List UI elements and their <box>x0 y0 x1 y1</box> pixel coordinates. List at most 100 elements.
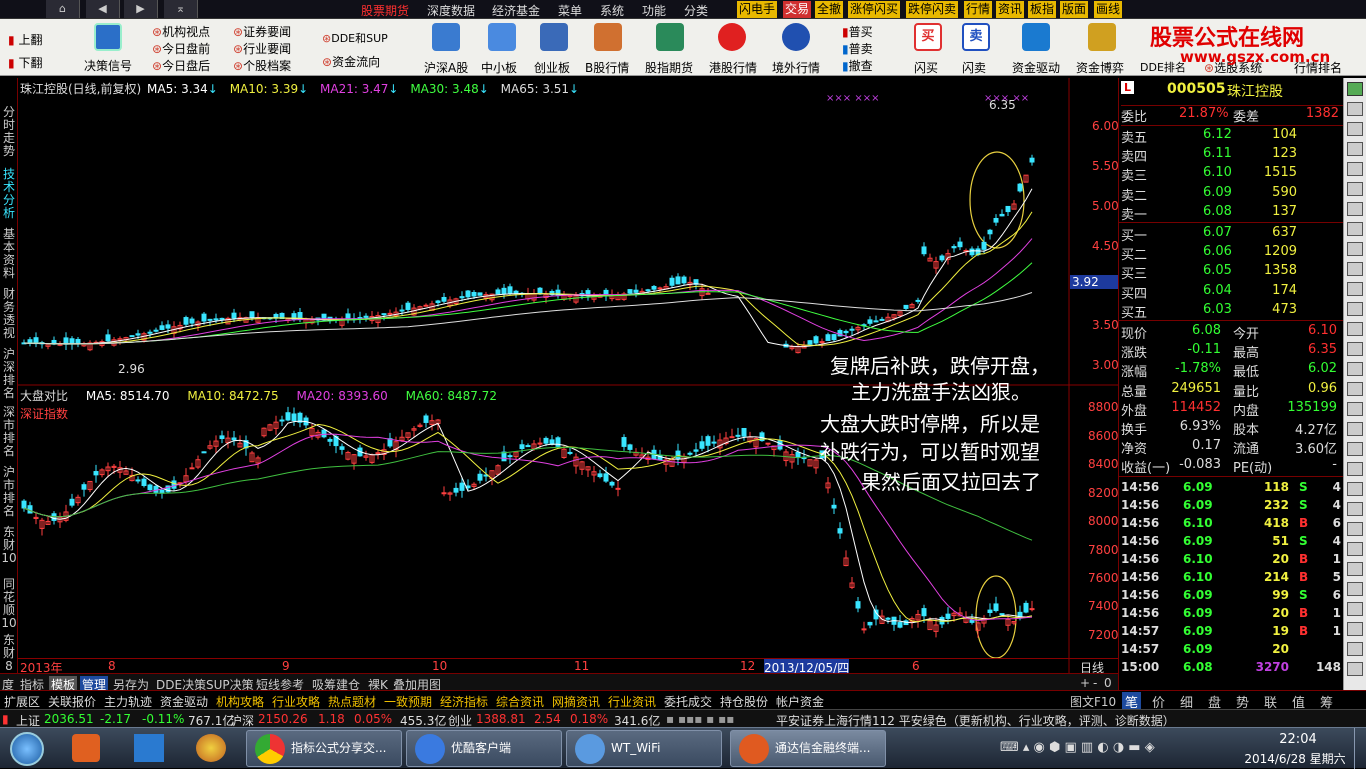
windows-explorer-icon[interactable] <box>134 734 164 762</box>
tool-icon[interactable] <box>1347 282 1363 296</box>
menu-menu[interactable]: 菜单 <box>558 2 582 19</box>
flash-buy-button[interactable]: 闪买 <box>914 59 938 76</box>
tool-icon[interactable] <box>1347 302 1363 316</box>
overseas-quotes-icon[interactable] <box>782 23 810 51</box>
taskbar-chrome[interactable]: 指标公式分享交... <box>246 730 402 767</box>
menu-deep-data[interactable]: 深度数据 <box>427 2 475 19</box>
shanghai-shenzhen-a-icon[interactable] <box>432 23 460 51</box>
tool-icon[interactable] <box>1347 662 1363 676</box>
today-premarket-button[interactable]: ⊛今日盘前 <box>152 40 210 57</box>
tab-news[interactable]: 资讯 <box>996 1 1025 18</box>
taskbar-tdx[interactable]: 通达信金融终端... <box>730 730 886 767</box>
tab-layout[interactable]: 版面 <box>1060 1 1089 18</box>
taskbar-date[interactable]: 2014/6/28 星期六 <box>1240 750 1350 767</box>
tab-account-funds[interactable]: 帐户资金 <box>776 693 824 710</box>
tool-icon[interactable] <box>1347 322 1363 336</box>
forward-icon[interactable]: ▶ <box>124 0 158 18</box>
tab-main-trace[interactable]: 主力轨迹 <box>104 693 152 710</box>
tab-draw-line[interactable]: 画线 <box>1094 1 1123 18</box>
dde-ranking-button[interactable]: DDE排名 <box>1140 59 1186 75</box>
page-down-button[interactable]: ▮ 下翻 <box>8 54 42 71</box>
menu-function[interactable]: 功能 <box>642 2 666 19</box>
tab-eastmoney10[interactable]: 东财10 <box>1 526 17 574</box>
tool-icon[interactable] <box>1347 422 1363 436</box>
tool-icon[interactable] <box>1347 482 1363 496</box>
tool-icon[interactable] <box>1347 562 1363 576</box>
shanghai-shenzhen-a-button[interactable]: 沪深A股 <box>424 59 468 76</box>
start-button-icon[interactable] <box>10 732 44 766</box>
securities-news-button[interactable]: ⊛证券要闻 <box>233 23 291 40</box>
sme-board-button[interactable]: 中小板 <box>481 59 517 76</box>
tool-icon[interactable] <box>1347 242 1363 256</box>
tab-consensus[interactable]: 一致预期 <box>384 693 432 710</box>
industry-news-button[interactable]: ⊛行业要闻 <box>233 40 291 57</box>
tab-sz-ranking[interactable]: 深市排名 <box>1 406 17 460</box>
tab-hot-topics[interactable]: 热点题材 <box>328 693 376 710</box>
tool-icon[interactable] <box>1347 602 1363 616</box>
tool-icon[interactable] <box>1347 402 1363 416</box>
today-postmarket-button[interactable]: ⊛今日盘后 <box>152 57 210 74</box>
tab-web-digest[interactable]: 网摘资讯 <box>552 693 600 710</box>
tab-trade[interactable]: 交易 <box>783 1 812 18</box>
menu-stocks-futures[interactable]: 股票期货 <box>361 2 409 19</box>
tab-extension[interactable]: 扩展区 <box>4 693 40 710</box>
tab-institution-strategy[interactable]: 机构攻略 <box>216 693 264 710</box>
taskbar-time[interactable]: 22:04 <box>1268 732 1328 747</box>
capital-flow-button[interactable]: ⊛资金流向 <box>322 53 380 70</box>
tool-icon[interactable] <box>1347 262 1363 276</box>
taskbar-youku[interactable]: 优酷客户端 <box>406 730 562 767</box>
index-futures-icon[interactable] <box>656 23 684 51</box>
tab-comprehensive-news[interactable]: 综合资讯 <box>496 693 544 710</box>
capital-game-icon[interactable] <box>1088 23 1116 51</box>
tool-icon[interactable] <box>1347 502 1363 516</box>
tool-icon[interactable] <box>1347 202 1363 216</box>
menu-economic-funds[interactable]: 经济基金 <box>492 2 540 19</box>
capital-drive-icon[interactable] <box>1022 23 1050 51</box>
dde-sup-button[interactable]: ⊛DDE和SUP <box>322 30 388 46</box>
stock-profile-button[interactable]: ⊛个股档案 <box>233 57 291 74</box>
flash-sell-button[interactable]: 闪卖 <box>962 59 986 76</box>
tool-icon[interactable] <box>1347 142 1363 156</box>
zoom-in-button[interactable]: + <box>1080 676 1090 690</box>
tab-limit-up-buy[interactable]: 涨停闪买 <box>848 1 901 18</box>
tool-icon[interactable] <box>1347 362 1363 376</box>
flash-buy-icon[interactable]: 买 <box>914 23 942 51</box>
tab-technical-analysis[interactable]: 技术分析 <box>1 168 17 222</box>
tab-quotes[interactable]: 行情 <box>964 1 993 18</box>
chinext-icon[interactable] <box>540 23 568 51</box>
taskbar-wifi[interactable]: WT_WiFi <box>566 730 722 767</box>
flash-sell-icon[interactable]: 卖 <box>962 23 990 51</box>
tool-icon[interactable] <box>1347 182 1363 196</box>
tab-industry-strategy[interactable]: 行业攻略 <box>272 693 320 710</box>
page-up-button[interactable]: ▮ 上翻 <box>8 31 42 48</box>
tab-capital-drive[interactable]: 资金驱动 <box>160 693 208 710</box>
zoom-out-button[interactable]: - <box>1093 676 1097 690</box>
normal-buy-button[interactable]: ▮普买 <box>842 23 873 40</box>
b-share-icon[interactable] <box>594 23 622 51</box>
tab-sh-ranking[interactable]: 沪市排名 <box>1 466 17 520</box>
tool-icon[interactable] <box>1347 442 1363 456</box>
tool-icon[interactable] <box>1347 102 1363 116</box>
capital-game-button[interactable]: 资金博弈 <box>1076 59 1124 76</box>
tool-icon[interactable] <box>1347 542 1363 556</box>
close-indicator-button[interactable]: 0 <box>1104 676 1112 690</box>
tab-limit-down-sell[interactable]: 跌停闪卖 <box>906 1 959 18</box>
back-icon[interactable]: ◀ <box>86 0 120 18</box>
tool-icon[interactable] <box>1347 582 1363 596</box>
tool-icon[interactable] <box>1347 522 1363 536</box>
tab-board-index[interactable]: 板指 <box>1028 1 1057 18</box>
decision-signal-icon[interactable] <box>94 23 122 51</box>
tab-ths10[interactable]: 同花顺10 <box>1 578 17 632</box>
scroll-up-icon[interactable] <box>1347 82 1363 96</box>
home-icon[interactable]: ⌂ <box>46 0 80 18</box>
b-share-button[interactable]: B股行情 <box>585 59 629 76</box>
tool-icon[interactable] <box>1347 462 1363 476</box>
chinext-button[interactable]: 创业板 <box>534 59 570 76</box>
tick-list[interactable]: 14:56 6.09 118 S 4 14:56 6.09 232 S 4 14:56 6.10 418… <box>1119 476 1344 676</box>
tool-icon[interactable] <box>1347 342 1363 356</box>
up-icon[interactable]: ⌅ <box>164 0 198 18</box>
media-player-icon[interactable] <box>72 734 100 762</box>
menu-category[interactable]: 分类 <box>684 2 708 19</box>
menu-system[interactable]: 系统 <box>600 2 624 19</box>
tool-icon[interactable] <box>1347 642 1363 656</box>
